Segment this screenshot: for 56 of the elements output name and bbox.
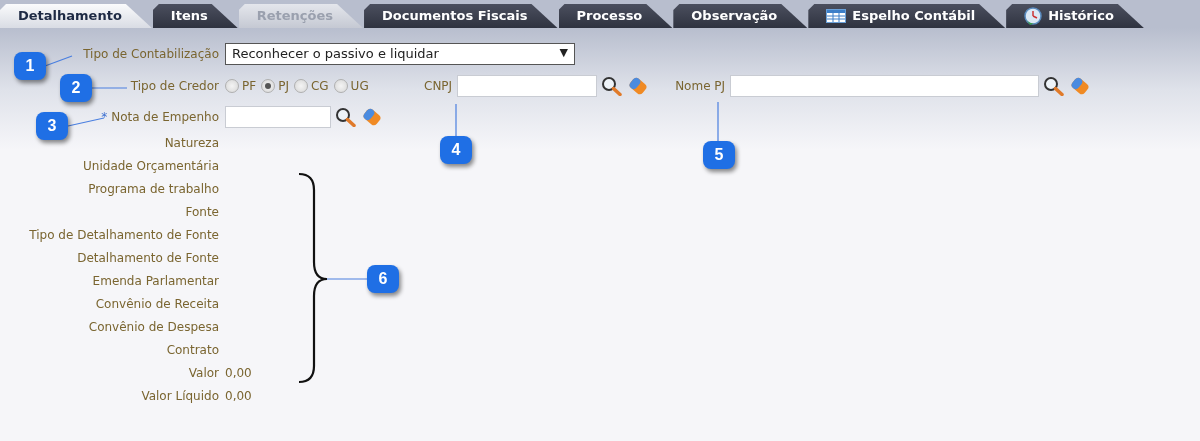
field-label: Detalhamento de Fonte [77,250,219,265]
table-icon [826,9,847,23]
leader-line [44,55,73,67]
callout-badge: 2 [60,74,92,102]
tab[interactable]: Documentos Fiscais [364,4,558,28]
input-field[interactable] [225,105,331,128]
radio-button[interactable] [333,78,348,93]
leader-line [717,101,719,142]
tab[interactable]: Detalhamento [0,4,152,28]
field-label: Nota de Empenho [111,109,219,124]
select-field[interactable]: Reconhecer o passivo e liquidar ▼ [225,42,575,65]
tab[interactable]: Espelho Contábil [808,4,1006,28]
field-value: 0,00 [225,387,252,405]
leader-line [455,103,457,137]
callout-badge: 1 [14,52,46,80]
callout-badge: 3 [36,112,68,140]
radio-label: CG [310,77,329,95]
callout-badge: 5 [703,141,735,169]
field-label: Valor Líquido [141,388,219,403]
tab[interactable]: Histórico [1006,4,1144,28]
field-label: Unidade Orçamentária [83,158,219,173]
search-icon[interactable] [335,106,357,127]
field-label: Tipo de Credor [130,78,219,93]
leader-line [326,278,369,280]
callout-badge: 6 [367,265,399,293]
input-field[interactable] [457,74,598,97]
leader-line [91,87,128,89]
radio-label: UG [350,77,369,95]
field-label: Fonte [185,204,219,219]
tab[interactable]: Itens [152,4,238,28]
search-icon[interactable] [601,75,624,96]
radio-button[interactable] [261,78,276,93]
tab[interactable]: Processo [558,4,673,28]
field-label: Emenda Parlamentar [92,273,219,288]
field-value: 0,00 [225,364,252,382]
required-mark: * [101,109,108,124]
radio-button[interactable] [225,78,239,93]
radio-button[interactable] [293,78,308,93]
field-label: Convênio de Receita [95,296,219,311]
callout-badge: 4 [440,136,472,164]
field-label: Tipo de Detalhamento de Fonte [29,227,219,242]
radio-label: PF [242,77,257,95]
radio-label: PJ [278,77,289,95]
search-icon[interactable] [1043,75,1066,96]
field-label: Natureza [164,135,219,150]
field-label: Nome PJ [675,77,726,95]
field-label: Contrato [166,342,219,357]
field-label: CNPJ [424,77,453,95]
clock-icon [1024,7,1043,25]
field-label: Convênio de Despesa [88,319,219,334]
leader-line [67,117,105,127]
field-label: Tipo de Contabilização [83,46,219,61]
tab[interactable]: Observação [673,4,808,28]
field-label: Programa de trabalho [88,181,219,196]
input-field[interactable] [730,74,1040,97]
field-label: Valor [188,365,219,380]
